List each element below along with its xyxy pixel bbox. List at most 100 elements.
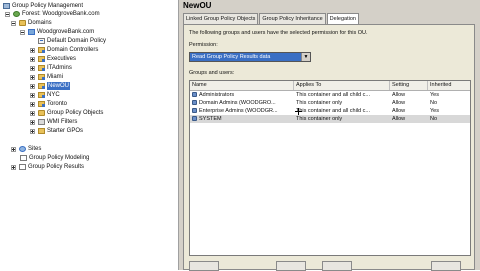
row-inherited: No: [430, 100, 438, 106]
ou-folder-icon: [38, 56, 45, 62]
permission-value: Read Group Policy Results data: [192, 54, 271, 60]
tree-node-label: Domain Controllers: [47, 47, 99, 53]
user-group-icon: [192, 108, 197, 114]
expand-icon[interactable]: [30, 92, 35, 98]
groups-users-label: Groups and users:: [189, 70, 235, 76]
user-group-icon: [192, 92, 197, 98]
tree-node-group-policy-objects[interactable]: Group Policy Objects: [30, 109, 103, 117]
results-icon: [19, 164, 26, 170]
expand-icon[interactable]: [30, 119, 35, 125]
tree-node-itadmins[interactable]: ITAdmins: [30, 64, 72, 72]
starter-folder-icon: [38, 128, 45, 134]
expand-icon[interactable]: [30, 74, 35, 80]
expand-icon[interactable]: [30, 101, 35, 107]
tree-node-wmi-filters[interactable]: WMI Filters: [30, 118, 77, 126]
expand-icon[interactable]: [30, 110, 35, 116]
wmi-folder-icon: [38, 119, 45, 125]
page-title: NewOU: [183, 1, 212, 10]
tree-node-label: Executives: [47, 56, 77, 62]
tree-node-domains-label: Domains: [28, 20, 52, 26]
expand-icon[interactable]: [11, 146, 16, 152]
table-row[interactable]: Enterprise Admins (WOODGR... This contai…: [190, 107, 470, 115]
column-header-name[interactable]: Name: [190, 81, 294, 90]
collapse-icon[interactable]: [5, 11, 10, 17]
sites-icon: [19, 146, 26, 152]
table-row[interactable]: Administrators This container and all ch…: [190, 91, 470, 99]
tab-gp-inheritance[interactable]: Group Policy Inheritance: [259, 13, 326, 24]
row-applies: This container only: [296, 116, 343, 122]
tree-node-label: Toronto: [47, 101, 68, 107]
row-setting: Allow: [392, 108, 406, 114]
tree-node-root[interactable]: Group Policy Management: [3, 2, 83, 10]
tab-linked-gpos[interactable]: Linked Group Policy Objects: [183, 13, 259, 24]
row-setting: Allow: [392, 92, 406, 98]
list-header: Name Applies To Setting Inherited: [190, 81, 470, 91]
permission-label: Permission:: [189, 42, 218, 48]
user-group-icon: [192, 100, 197, 106]
row-inherited: No: [430, 116, 438, 122]
row-inherited: Yes: [430, 108, 439, 114]
tree-node-label: Miami: [47, 74, 63, 80]
ou-folder-icon: [38, 92, 45, 98]
tree-node-root-label: Group Policy Management: [12, 3, 84, 9]
tab-strip: Linked Group Policy Objects Group Policy…: [183, 13, 360, 25]
tree-node-domain[interactable]: WoodgroveBank.com: [20, 28, 94, 36]
forest-icon: [13, 11, 20, 17]
row-applies: This container and all child c...: [296, 92, 370, 98]
tree-node-starter-gpos[interactable]: Starter GPOs: [30, 127, 83, 135]
gpo-link-icon: [38, 38, 45, 44]
tree-node-executives[interactable]: Executives: [30, 55, 76, 63]
tree-node-toronto[interactable]: Toronto: [30, 100, 67, 108]
ou-folder-icon: [38, 74, 45, 80]
row-applies: This container only: [296, 100, 343, 106]
tree-node-sites[interactable]: Sites: [11, 145, 41, 153]
expand-icon[interactable]: [30, 65, 35, 71]
row-name: Enterprise Admins (WOODGR...: [199, 108, 278, 114]
row-name: SYSTEM: [199, 116, 222, 122]
tree-node-label: Sites: [28, 146, 42, 152]
user-icon: [192, 116, 197, 122]
expand-icon[interactable]: [30, 56, 35, 62]
modeling-icon: [20, 155, 27, 161]
expand-icon[interactable]: [30, 83, 35, 89]
expand-icon[interactable]: [11, 164, 16, 170]
ou-folder-icon: [38, 47, 45, 53]
column-header-inherited[interactable]: Inherited: [428, 81, 470, 90]
tree-node-label: Default Domain Policy: [47, 38, 107, 44]
groups-users-list[interactable]: Name Applies To Setting Inherited Admini…: [189, 80, 471, 256]
tree-node-domain-controllers[interactable]: Domain Controllers: [30, 46, 98, 54]
ou-folder-icon: [38, 65, 45, 71]
row-name: Administrators: [199, 92, 235, 98]
expand-icon[interactable]: [30, 47, 35, 53]
row-inherited: Yes: [430, 92, 439, 98]
row-applies: This container and all child c...: [296, 108, 370, 114]
tree-node-label: Group Policy Results: [28, 164, 85, 170]
chevron-down-icon[interactable]: ▼: [301, 53, 310, 61]
tree-node-domain-label: WoodgroveBank.com: [37, 29, 95, 35]
tree-node-label-selected: NewOU: [47, 82, 71, 90]
collapse-icon[interactable]: [11, 20, 16, 26]
tree-node-default-domain-policy[interactable]: Default Domain Policy: [38, 37, 106, 45]
console-tree: Group Policy Management Forest: Woodgrov…: [0, 0, 179, 270]
details-pane: NewOU Linked Group Policy Objects Group …: [179, 0, 480, 271]
column-header-applies-to[interactable]: Applies To: [294, 81, 390, 90]
table-row[interactable]: SYSTEM This container only Allow No: [190, 115, 470, 123]
tree-node-results[interactable]: Group Policy Results: [11, 163, 84, 171]
table-row[interactable]: Domain Admins (WOODGRO... This container…: [190, 99, 470, 107]
tree-node-nyc[interactable]: NYC: [30, 91, 60, 99]
delegation-description: The following groups and users have the …: [189, 30, 368, 36]
tree-node-miami[interactable]: Miami: [30, 73, 63, 81]
tree-node-domains[interactable]: Domains: [11, 19, 52, 27]
tree-node-newou[interactable]: NewOU: [30, 82, 71, 90]
permission-dropdown[interactable]: Read Group Policy Results data ▼: [189, 52, 311, 62]
tree-node-modeling[interactable]: Group Policy Modeling: [20, 154, 89, 162]
tree-node-label: WMI Filters: [47, 119, 78, 125]
expand-icon[interactable]: [30, 128, 35, 134]
column-header-setting[interactable]: Setting: [390, 81, 428, 90]
row-setting: Allow: [392, 116, 406, 122]
row-setting: Allow: [392, 100, 406, 106]
ou-folder-icon: [38, 101, 45, 107]
tree-node-label: Group Policy Objects: [47, 110, 104, 116]
collapse-icon[interactable]: [20, 29, 25, 35]
tree-node-forest[interactable]: Forest: WoodgroveBank.com: [5, 10, 100, 18]
